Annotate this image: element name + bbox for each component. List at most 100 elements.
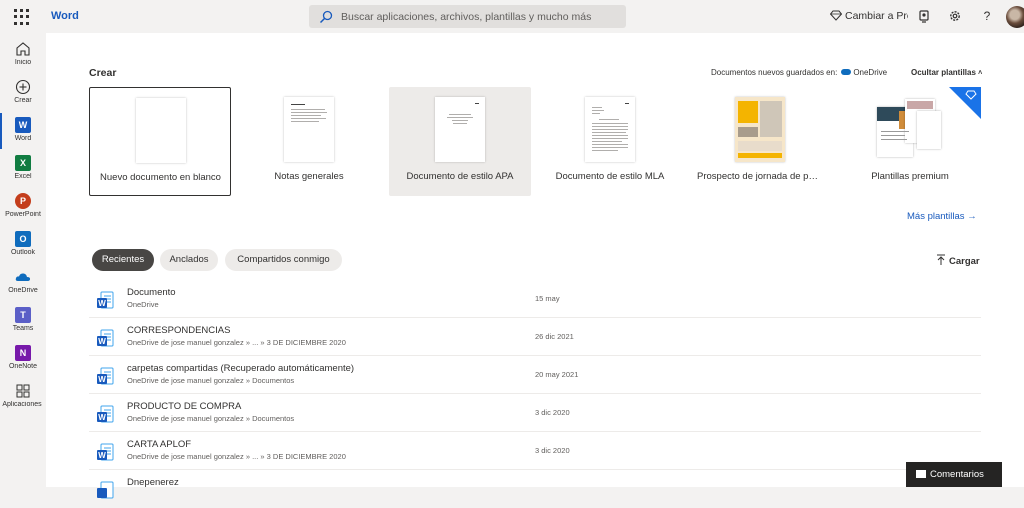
file-date: 15 may [535, 294, 560, 303]
app-launcher-icon[interactable] [14, 9, 30, 25]
coauthor-icon[interactable] [917, 9, 931, 23]
word-icon: W [15, 117, 31, 133]
chevron-up-icon: ˄ [978, 70, 983, 77]
file-path: OneDrive de jose manuel gonzalez » ... »… [127, 452, 346, 461]
apa-thumbnail [435, 97, 485, 162]
save-location-value[interactable]: OneDrive [853, 68, 887, 77]
premium-diamond-icon [965, 90, 977, 100]
word-file-icon: W [97, 405, 114, 423]
home-icon [16, 42, 30, 56]
file-row[interactable]: W CORRESPONDENCIAS OneDrive de jose manu… [89, 318, 981, 356]
rail-label: Crear [14, 97, 32, 104]
rail-item-home[interactable]: Inicio [0, 37, 46, 75]
feedback-label: Comentarios [930, 469, 984, 480]
top-bar: Word Buscar aplicaciones, archivos, plan… [0, 0, 1024, 33]
onedrive-cloud-icon [15, 273, 31, 281]
svg-text:W: W [98, 413, 106, 422]
word-file-icon [97, 481, 114, 499]
apps-grid-icon [16, 384, 30, 398]
svg-text:W: W [98, 299, 106, 308]
word-file-icon: W [97, 367, 114, 385]
template-label: Notas generales [274, 171, 344, 182]
rail-label: Excel [14, 173, 32, 180]
rail-label: OneNote [8, 363, 38, 370]
file-row[interactable]: W CARTA APLOF OneDrive de jose manuel go… [89, 432, 981, 470]
file-date: 3 dic 2020 [535, 446, 570, 455]
template-label: Nuevo documento en blanco [100, 172, 221, 183]
excel-icon: X [15, 155, 31, 171]
file-row[interactable]: W carpetas compartidas (Recuperado autom… [89, 356, 981, 394]
upgrade-premium-button[interactable]: Cambiar a Premium [830, 10, 908, 22]
file-row[interactable]: W Documento OneDrive 15 may [89, 280, 981, 318]
search-box[interactable]: Buscar aplicaciones, archivos, plantilla… [309, 5, 626, 28]
rail-label: OneDrive [8, 287, 38, 294]
create-heading: Crear [89, 67, 117, 79]
file-name: CORRESPONDENCIAS [127, 325, 231, 336]
file-date: 26 dic 2021 [535, 332, 574, 341]
search-icon [319, 10, 333, 24]
hide-templates-button[interactable]: Ocultar plantillas ˄ [911, 68, 982, 77]
file-path: OneDrive de jose manuel gonzalez » Docum… [127, 376, 295, 385]
file-path: OneDrive [127, 300, 159, 309]
template-label: Prospecto de jornada de puertas abiertas [697, 171, 822, 182]
diamond-icon [830, 10, 843, 21]
onenote-icon: N [15, 345, 31, 361]
file-name: Documento [127, 287, 176, 298]
word-file-icon: W [97, 291, 114, 309]
rail-item-apps[interactable]: Aplicaciones [0, 379, 46, 417]
rail-label: PowerPoint [5, 211, 41, 218]
onedrive-small-icon [841, 69, 852, 75]
rail-label: Aplicaciones [2, 401, 42, 408]
save-location-label: Documentos nuevos guardados en: [711, 68, 838, 77]
tab-recent[interactable]: Recientes [92, 249, 154, 271]
template-blank-document[interactable]: Nuevo documento en blanco [89, 87, 231, 196]
app-rail: Inicio Crear W Word X Excel P PowerPoint… [0, 33, 46, 487]
svg-text:W: W [98, 451, 106, 460]
app-name[interactable]: Word [51, 10, 79, 22]
mla-thumbnail [585, 97, 635, 162]
comment-icon [916, 470, 926, 478]
template-apa-style[interactable]: Documento de estilo APA [389, 87, 531, 196]
svg-text:W: W [98, 337, 106, 346]
word-file-icon: W [97, 443, 114, 461]
rail-item-create[interactable]: Crear [0, 75, 46, 113]
rail-label: Teams [12, 325, 34, 332]
rail-item-word[interactable]: W Word [0, 113, 46, 151]
template-open-house-flyer[interactable]: Prospecto de jornada de puertas abiertas [689, 87, 831, 196]
blank-document-thumbnail [136, 98, 186, 163]
rail-item-teams[interactable]: T Teams [0, 303, 46, 341]
upload-icon [937, 254, 945, 265]
open-house-flyer-thumbnail [735, 97, 785, 162]
word-file-icon: W [97, 329, 114, 347]
template-premium[interactable]: Plantillas premium [839, 87, 981, 196]
template-label: Documento de estilo APA [406, 171, 514, 182]
user-avatar[interactable] [1006, 6, 1024, 28]
tab-shared-with-me[interactable]: Compartidos conmigo [225, 249, 342, 271]
help-icon[interactable]: ? [980, 9, 994, 23]
file-path: OneDrive de jose manuel gonzalez » Docum… [127, 414, 295, 423]
upload-button[interactable]: Cargar [936, 254, 980, 267]
template-general-notes[interactable]: Notas generales [238, 87, 380, 196]
save-location: Documentos nuevos guardados en: OneDrive [711, 68, 887, 77]
search-placeholder[interactable]: Buscar aplicaciones, archivos, plantilla… [341, 11, 591, 23]
rail-item-excel[interactable]: X Excel [0, 151, 46, 189]
general-notes-thumbnail [284, 97, 334, 162]
template-mla-style[interactable]: Documento de estilo MLA [539, 87, 681, 196]
rail-label: Word [14, 135, 32, 142]
rail-item-onenote[interactable]: N OneNote [0, 341, 46, 379]
rail-item-powerpoint[interactable]: P PowerPoint [0, 189, 46, 227]
file-row[interactable]: W PRODUCTO DE COMPRA OneDrive de jose ma… [89, 394, 981, 432]
upgrade-premium-label: Cambiar a Premium [845, 10, 908, 22]
template-label: Documento de estilo MLA [555, 171, 665, 182]
rail-item-onedrive[interactable]: OneDrive [0, 265, 46, 303]
plus-circle-icon [15, 79, 31, 95]
file-row[interactable]: Dnepenerez [89, 470, 981, 508]
rail-label: Inicio [14, 59, 32, 66]
feedback-button[interactable]: Comentarios [906, 462, 1002, 487]
more-templates-link[interactable]: Más plantillas → [907, 211, 977, 222]
powerpoint-icon: P [15, 193, 31, 209]
settings-gear-icon[interactable] [948, 9, 962, 23]
tab-pinned[interactable]: Anclados [160, 249, 218, 271]
file-path: OneDrive de jose manuel gonzalez » ... »… [127, 338, 346, 347]
rail-item-outlook[interactable]: O Outlook [0, 227, 46, 265]
